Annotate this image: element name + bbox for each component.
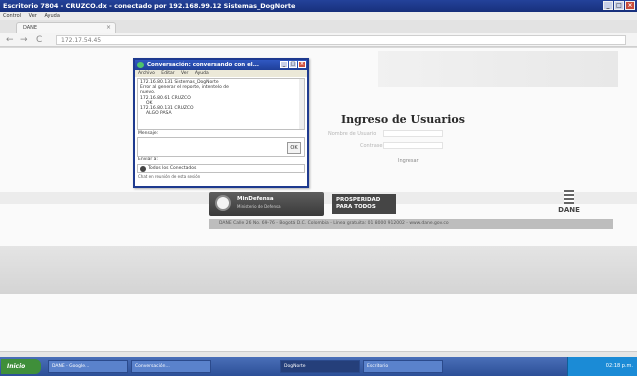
conversation-window-controls: _ □ × — [280, 61, 306, 68]
system-tray: 02:18 p.m. — [567, 357, 637, 376]
prosperidad-line2: PARA TODOS — [336, 204, 376, 210]
footer-text: DANE Calle 26 No. 69-76 - Bogotá D.C. Co… — [219, 221, 449, 226]
window-title: Escritorio 7804 - CRUZCO.dx - conectado … — [3, 2, 296, 10]
menu-control[interactable]: Control — [3, 13, 21, 19]
ministry-logo: MinDefensa Ministerio de Defensa — [209, 192, 324, 216]
maximize-button[interactable]: □ — [614, 1, 624, 10]
conversation-window[interactable]: Conversación: conversando con el... _ □ … — [133, 58, 309, 188]
address-bar[interactable]: 172.17.54.45 — [56, 35, 626, 45]
conversation-menubar: Archivo Editar Ver Ayuda — [135, 70, 307, 77]
window-controls: _ □ × — [603, 1, 635, 10]
menu-help[interactable]: Ayuda — [44, 13, 59, 19]
conversation-titlebar[interactable]: Conversación: conversando con el... _ □ … — [135, 60, 307, 70]
close-button[interactable]: × — [625, 1, 635, 10]
taskbar-item[interactable]: DogNorte — [280, 360, 360, 373]
footer-logos: MinDefensa Ministerio de Defensa PROSPER… — [209, 190, 609, 216]
login-header-banner — [378, 51, 618, 87]
username-input[interactable] — [383, 130, 443, 137]
conversation-footer: Chat en reunión de esta sesión — [138, 174, 201, 179]
chat-app-icon — [137, 62, 144, 68]
login-title: Ingreso de Usuarios — [341, 113, 465, 126]
conversation-history[interactable]: 172.16.80.131 Sistemas_DogNorte Error al… — [137, 78, 305, 130]
dane-bars-icon — [564, 190, 574, 204]
conv-menu-view[interactable]: Ver — [181, 71, 188, 76]
conversation-close-button[interactable]: × — [298, 61, 306, 68]
taskbar-item[interactable]: DANE - Google... — [48, 360, 128, 373]
contact-select[interactable]: Todos los Conectados — [137, 164, 305, 173]
remote-desktop-menubar: Control Ver Ayuda — [0, 12, 637, 20]
conv-menu-edit[interactable]: Editar — [161, 71, 174, 76]
browser-tab[interactable]: DANE × — [16, 22, 116, 33]
clock: 02:18 p.m. — [605, 363, 633, 369]
contact-label: Enviar a: — [138, 157, 158, 162]
send-button[interactable]: OK — [287, 142, 301, 154]
contact-value: Todos los Conectados — [148, 166, 197, 171]
conv-menu-file[interactable]: Archivo — [138, 71, 155, 76]
ministry-name: MinDefensa — [237, 196, 274, 202]
reload-icon[interactable]: C — [36, 34, 42, 46]
history-line: ALGO PASA — [146, 111, 172, 117]
taskbar: Inicio DANE - Google... Conversación... … — [0, 357, 637, 376]
remote-desktop-titlebar: Escritorio 7804 - CRUZCO.dx - conectado … — [0, 0, 637, 12]
start-button[interactable]: Inicio — [1, 359, 41, 374]
forward-icon[interactable]: → — [20, 34, 28, 46]
taskbar-item[interactable]: Conversación... — [131, 360, 211, 373]
conversation-maximize-button[interactable]: □ — [289, 61, 297, 68]
browser-toolbar: ← → C 172.17.54.45 — [0, 33, 637, 47]
coat-of-arms-icon — [215, 195, 231, 211]
tab-close-icon[interactable]: × — [106, 23, 111, 33]
contacts-icon — [140, 166, 146, 172]
page-footer: DANE Calle 26 No. 69-76 - Bogotá D.C. Co… — [209, 219, 613, 229]
prosperidad-line1: PROSPERIDAD — [336, 197, 381, 203]
dane-wordmark: DANE — [558, 206, 580, 214]
dane-logo: DANE — [550, 190, 588, 216]
ministry-sub: Ministerio de Defensa — [237, 204, 281, 209]
message-input[interactable]: OK — [137, 137, 305, 157]
browser-tabstrip: DANE × — [0, 20, 637, 33]
page-lower-panel — [0, 246, 637, 294]
password-input[interactable] — [383, 142, 443, 149]
menu-view[interactable]: Ver — [29, 13, 37, 19]
conv-menu-help[interactable]: Ayuda — [195, 71, 209, 76]
history-scrollbar[interactable] — [299, 79, 304, 129]
username-label: Nombre de Usuario — [328, 131, 377, 137]
prosperidad-logo: PROSPERIDAD PARA TODOS — [332, 194, 396, 214]
minimize-button[interactable]: _ — [603, 1, 613, 10]
tab-title: DANE — [23, 25, 38, 31]
login-button[interactable]: Ingresar — [398, 158, 419, 164]
back-icon[interactable]: ← — [6, 34, 14, 46]
conversation-title: Conversación: conversando con el... — [147, 62, 259, 68]
conversation-minimize-button[interactable]: _ — [280, 61, 288, 68]
url-text: 172.17.54.45 — [61, 37, 102, 44]
taskbar-item[interactable]: Escritorio — [363, 360, 443, 373]
